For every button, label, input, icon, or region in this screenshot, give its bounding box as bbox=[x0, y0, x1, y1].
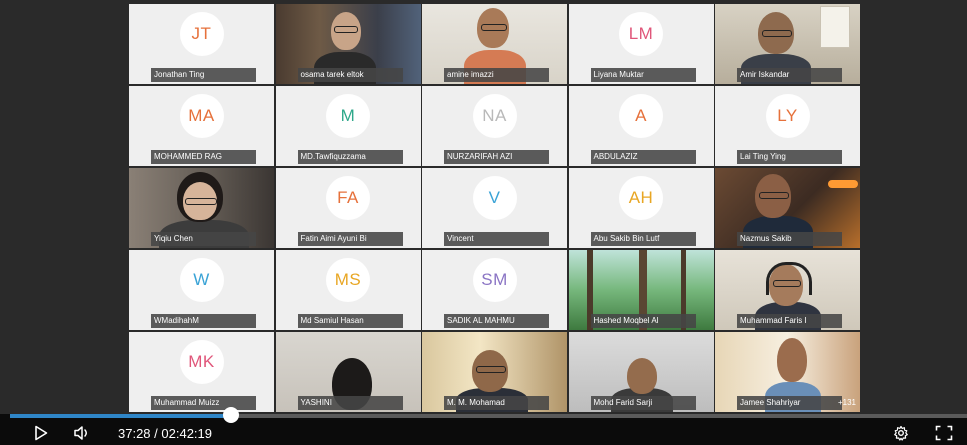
participant-name: ABDULAZIZ bbox=[590, 150, 696, 164]
participant-avatar: V bbox=[472, 176, 517, 221]
participant-tile[interactable]: Hashed Moqbel Al bbox=[568, 250, 714, 330]
participant-tile[interactable]: MK Muhammad Muizz bbox=[129, 332, 274, 412]
participant-tile[interactable]: JT Jonathan Ting bbox=[129, 4, 274, 84]
participant-tile[interactable]: FA Fatin Aimi Ayuni Bi bbox=[275, 168, 421, 248]
participant-avatar: AH bbox=[619, 176, 663, 221]
participant-tile[interactable]: AH Abu Sakib Bin Lutf bbox=[568, 168, 714, 248]
participant-name: Hashed Moqbel Al bbox=[590, 314, 696, 328]
participant-avatar: NA bbox=[472, 94, 517, 139]
participant-name: SADIK AL MAHMU bbox=[444, 314, 549, 328]
participant-avatar: MA bbox=[179, 94, 224, 139]
participant-tile[interactable]: A ABDULAZIZ bbox=[568, 86, 714, 166]
participant-tile[interactable]: MA MOHAMMED RAG bbox=[129, 86, 274, 166]
play-icon bbox=[35, 425, 48, 441]
participant-tile[interactable]: osama tarek eltok bbox=[275, 4, 421, 84]
seek-bar-thumb[interactable] bbox=[222, 407, 239, 423]
fullscreen-button[interactable] bbox=[934, 423, 954, 443]
time-separator: / bbox=[150, 426, 162, 441]
participant-grid: JT Jonathan Ting osama tarek eltok amine … bbox=[129, 4, 860, 412]
participant-tile[interactable]: YASHINI bbox=[275, 332, 421, 412]
participant-avatar: JT bbox=[179, 12, 224, 57]
gear-icon bbox=[894, 425, 908, 441]
participant-name: Lai Ting Ying bbox=[737, 150, 842, 164]
participant-avatar: MS bbox=[326, 258, 370, 303]
participant-tile[interactable]: Nazmus Sakib bbox=[715, 168, 860, 248]
participant-name: M. M. Mohamad bbox=[444, 396, 549, 410]
duration: 02:42:19 bbox=[161, 426, 212, 441]
participant-tile[interactable]: SM SADIK AL MAHMU bbox=[422, 250, 567, 330]
participant-name: Muhammad Faris I bbox=[737, 314, 842, 328]
participant-name: Yiqiu Chen bbox=[151, 232, 256, 246]
participant-tile[interactable]: MS Md Samiul Hasan bbox=[275, 250, 421, 330]
participant-avatar: MK bbox=[179, 340, 224, 385]
participant-name: Jonathan Ting bbox=[151, 68, 256, 82]
participant-avatar: M bbox=[326, 94, 370, 139]
seek-bar[interactable] bbox=[10, 407, 967, 423]
settings-button[interactable] bbox=[892, 423, 910, 443]
participant-name: amine imazzi bbox=[444, 68, 549, 82]
fullscreen-icon bbox=[935, 425, 953, 441]
participant-name: Amir Iskandar bbox=[737, 68, 842, 82]
participant-name: YASHINI bbox=[297, 396, 403, 410]
participant-name: WMadihahM bbox=[151, 314, 256, 328]
participant-name: Mohd Farid Sarji bbox=[590, 396, 696, 410]
volume-button[interactable] bbox=[72, 423, 92, 443]
video-stage[interactable]: JT Jonathan Ting osama tarek eltok amine … bbox=[0, 0, 967, 414]
participant-tile[interactable]: Yiqiu Chen bbox=[129, 168, 274, 248]
seek-bar-progress bbox=[10, 414, 231, 418]
current-time: 37:28 bbox=[118, 426, 151, 441]
participant-tile[interactable]: Muhammad Faris I bbox=[715, 250, 860, 330]
participant-name: Abu Sakib Bin Lutf bbox=[590, 232, 696, 246]
participant-avatar: LY bbox=[765, 94, 810, 139]
participant-name: Md Samiul Hasan bbox=[297, 314, 403, 328]
participant-name: NURZARIFAH AZI bbox=[444, 150, 549, 164]
overflow-count[interactable]: +131 bbox=[838, 396, 856, 410]
participant-avatar: LM bbox=[619, 12, 663, 57]
participant-name: MD.Tawfiquzzama bbox=[297, 150, 403, 164]
participant-tile[interactable]: V Vincent bbox=[422, 168, 567, 248]
participant-name: Muhammad Muizz bbox=[151, 396, 256, 410]
participant-tile[interactable]: LY Lai Ting Ying bbox=[715, 86, 860, 166]
participant-name: Jamee Shahriyar bbox=[737, 396, 842, 410]
participant-name: Fatin Aimi Ayuni Bi bbox=[297, 232, 403, 246]
participant-tile[interactable]: Jamee Shahriyar +131 bbox=[715, 332, 860, 412]
participant-name: osama tarek eltok bbox=[297, 68, 403, 82]
time-display: 37:28 / 02:42:19 bbox=[118, 426, 212, 441]
participant-tile[interactable]: Amir Iskandar bbox=[715, 4, 860, 84]
volume-icon bbox=[74, 426, 87, 440]
participant-avatar: A bbox=[619, 94, 663, 139]
participant-tile[interactable]: amine imazzi bbox=[422, 4, 567, 84]
participant-tile[interactable]: NA NURZARIFAH AZI bbox=[422, 86, 567, 166]
participant-tile[interactable]: M MD.Tawfiquzzama bbox=[275, 86, 421, 166]
participant-tile[interactable]: Mohd Farid Sarji bbox=[568, 332, 714, 412]
participant-tile[interactable]: LM Liyana Muktar bbox=[568, 4, 714, 84]
participant-tile[interactable]: M. M. Mohamad bbox=[422, 332, 567, 412]
participant-avatar: SM bbox=[472, 258, 517, 303]
play-button[interactable] bbox=[32, 423, 50, 443]
participant-tile[interactable]: W WMadihahM bbox=[129, 250, 274, 330]
participant-avatar: W bbox=[179, 258, 224, 303]
participant-avatar: FA bbox=[326, 176, 370, 221]
participant-name: Vincent bbox=[444, 232, 549, 246]
participant-name: Nazmus Sakib bbox=[737, 232, 842, 246]
participant-name: MOHAMMED RAG bbox=[151, 150, 256, 164]
participant-name: Liyana Muktar bbox=[590, 68, 696, 82]
